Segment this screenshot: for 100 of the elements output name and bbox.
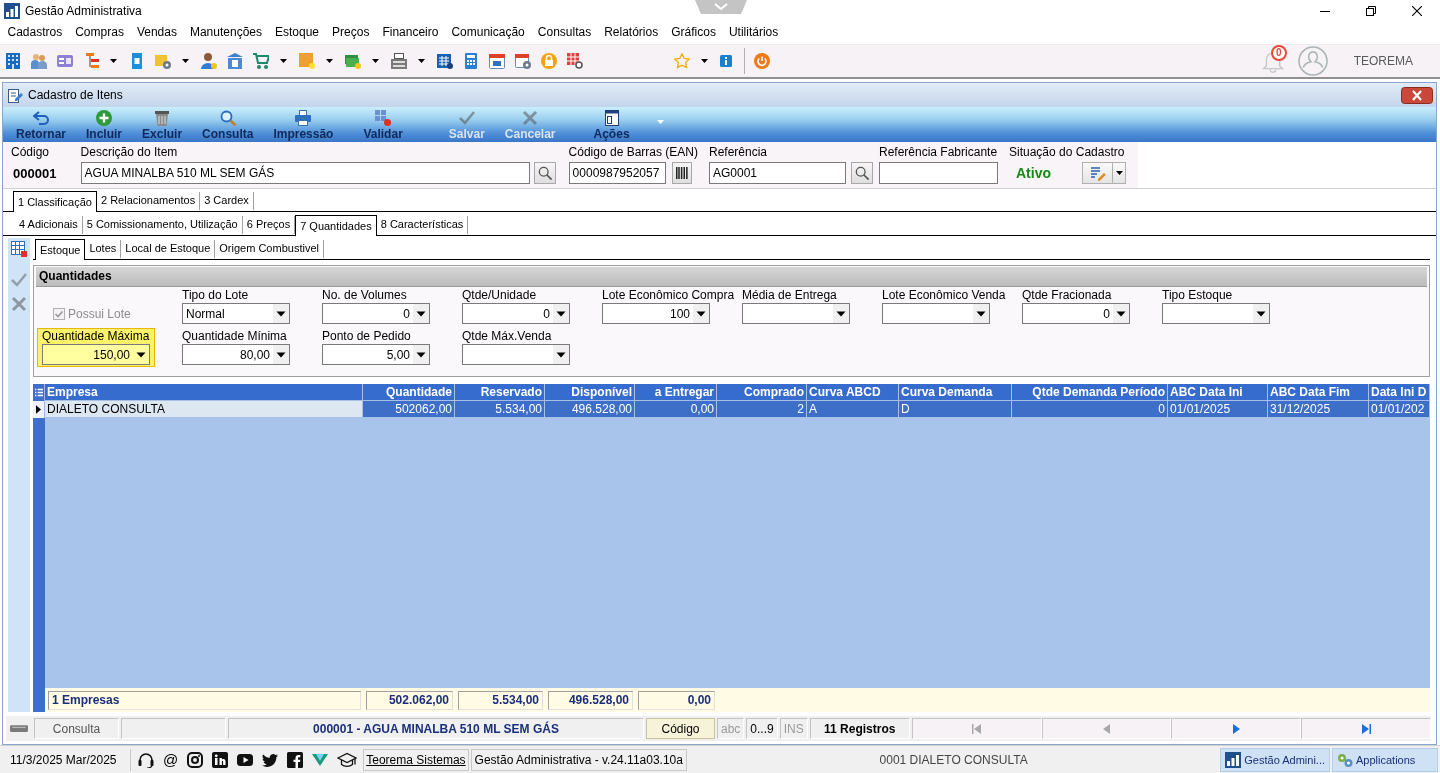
- menu-item[interactable]: Financeiro: [375, 25, 445, 39]
- dropdown-field[interactable]: 100: [602, 303, 710, 324]
- triangle-logo-icon[interactable]: [312, 751, 329, 768]
- dropdown-field[interactable]: [1162, 303, 1270, 324]
- tab[interactable]: 4 Adicionais: [15, 216, 83, 234]
- dropdown-field[interactable]: 150,00: [42, 344, 150, 365]
- star-icon[interactable]: [674, 53, 690, 69]
- website-link[interactable]: Teorema Sistemas: [363, 748, 469, 771]
- dropdown-field[interactable]: Normal: [182, 303, 290, 324]
- menu-item[interactable]: Preços: [325, 25, 376, 39]
- caret-icon[interactable]: [701, 59, 708, 63]
- graduation-cap-icon[interactable]: [337, 751, 358, 768]
- menu-item[interactable]: Estoque: [268, 25, 326, 39]
- caret-icon[interactable]: [182, 59, 189, 63]
- info-icon[interactable]: [720, 55, 732, 67]
- building-icon[interactable]: [5, 53, 21, 69]
- caret-icon[interactable]: [326, 59, 333, 63]
- linkedin-icon[interactable]: [212, 751, 229, 768]
- dropdown-field[interactable]: 5,00: [322, 344, 430, 365]
- dropdown-field[interactable]: 0: [462, 303, 570, 324]
- close-icon[interactable]: [1401, 86, 1433, 104]
- barcode-button[interactable]: [671, 162, 692, 184]
- person-coin-icon[interactable]: [201, 53, 217, 69]
- facebook-icon[interactable]: [287, 751, 304, 768]
- menu-item[interactable]: Gráficos: [664, 25, 723, 39]
- list-icon[interactable]: [34, 387, 43, 398]
- calendar-gear-icon[interactable]: [515, 53, 531, 69]
- email-link[interactable]: @: [163, 751, 179, 768]
- menu-item[interactable]: Consultas: [531, 25, 598, 39]
- menu-item[interactable]: Relatórios: [597, 25, 665, 39]
- toolbar-button[interactable]: Validar: [353, 107, 413, 142]
- search-button[interactable]: [533, 162, 556, 184]
- close-icon[interactable]: [1412, 6, 1422, 16]
- status-value: Ativo: [1016, 165, 1052, 181]
- table-row[interactable]: DIALETO CONSULTA 502062,00 5.534,00 496.528,00 0,00 2 A D 0 01/01/2025 31/12/2025 01/01/202: [33, 401, 1430, 418]
- toolbar-button[interactable]: Retornar: [6, 107, 76, 142]
- org-chart-icon[interactable]: [83, 53, 99, 69]
- tab[interactable]: Estoque: [35, 239, 86, 260]
- people-icon[interactable]: [31, 53, 47, 69]
- caret-icon[interactable]: [1116, 171, 1123, 175]
- search-key-button[interactable]: Código: [646, 718, 715, 739]
- tab[interactable]: 2 Relacionamentos: [97, 192, 201, 210]
- tab[interactable]: 7 Quantidades: [295, 215, 377, 236]
- caret-icon[interactable]: [280, 59, 287, 63]
- cart-icon[interactable]: [253, 53, 269, 69]
- field-label: No. de Volumes: [322, 288, 407, 302]
- dropdown-field[interactable]: 0: [322, 303, 430, 324]
- restore-icon[interactable]: [1366, 6, 1376, 16]
- tab[interactable]: 8 Características: [376, 216, 469, 234]
- menu-item[interactable]: Comunicação: [444, 25, 532, 39]
- toolbar-button[interactable]: Incluir: [76, 107, 133, 142]
- money-icon[interactable]: [345, 53, 361, 69]
- tab[interactable]: Local de Estoque: [121, 240, 216, 258]
- toolbar-button[interactable]: Excluir: [132, 107, 193, 142]
- search-button[interactable]: [851, 162, 873, 184]
- bank-icon[interactable]: [227, 53, 243, 69]
- caret-icon[interactable]: [418, 59, 425, 63]
- bell-icon[interactable]: [1261, 50, 1284, 74]
- youtube-icon[interactable]: [237, 751, 254, 768]
- menu-item[interactable]: Compras: [68, 25, 131, 39]
- caret-icon[interactable]: [372, 59, 379, 63]
- taskbar-button[interactable]: Gestão Admini...: [1220, 747, 1330, 772]
- id-card-icon[interactable]: [57, 53, 73, 69]
- menu-item[interactable]: Manutenções: [183, 25, 269, 39]
- tab[interactable]: Origem Combustivel: [215, 240, 324, 258]
- minimize-icon[interactable]: [1320, 10, 1330, 12]
- dropdown-field[interactable]: [882, 303, 990, 324]
- bird-icon[interactable]: [262, 751, 279, 768]
- caret-icon[interactable]: [110, 59, 117, 63]
- menu-item[interactable]: Utilitários: [722, 25, 785, 39]
- taskbar-button[interactable]: Applications: [1332, 747, 1438, 772]
- dropdown-field[interactable]: [742, 303, 850, 324]
- input-field[interactable]: 0000987952057: [568, 162, 666, 184]
- menu-item[interactable]: Cadastros: [1, 25, 69, 39]
- table-icon[interactable]: [11, 241, 27, 257]
- calculator-icon[interactable]: [463, 53, 479, 69]
- dropdown-field[interactable]: 80,00: [182, 344, 290, 365]
- status-menu-button[interactable]: [1082, 162, 1126, 184]
- tab[interactable]: 1 Classificação: [13, 191, 97, 212]
- menu-item[interactable]: Vendas: [130, 25, 184, 39]
- dropdown-field[interactable]: 0: [1022, 303, 1130, 324]
- tab[interactable]: Lotes: [85, 240, 122, 258]
- table-search-icon[interactable]: [567, 53, 583, 69]
- input-field[interactable]: AGUA MINALBA 510 ML SEM GÁS: [80, 162, 530, 184]
- power-icon[interactable]: [754, 53, 770, 69]
- toolbar-button[interactable]: Consulta: [192, 107, 264, 142]
- input-field[interactable]: AG0001: [709, 162, 846, 184]
- cash-register-icon[interactable]: [391, 53, 407, 69]
- tab[interactable]: 3 Cardex: [200, 192, 254, 210]
- tab[interactable]: 5 Comissionamento, Utilização: [82, 216, 243, 234]
- document-icon[interactable]: [129, 53, 145, 69]
- calendar-grid-icon[interactable]: [437, 53, 453, 69]
- calendar-icon[interactable]: [489, 53, 505, 69]
- toolbar-button[interactable]: Impressão: [263, 107, 344, 142]
- dropdown-field[interactable]: [462, 344, 570, 365]
- headset-icon[interactable]: [138, 751, 154, 768]
- package-gear-icon[interactable]: [155, 53, 171, 69]
- input-field[interactable]: [879, 162, 998, 184]
- instagram-icon[interactable]: [187, 751, 204, 768]
- toolbar-button[interactable]: Ações: [583, 107, 640, 142]
